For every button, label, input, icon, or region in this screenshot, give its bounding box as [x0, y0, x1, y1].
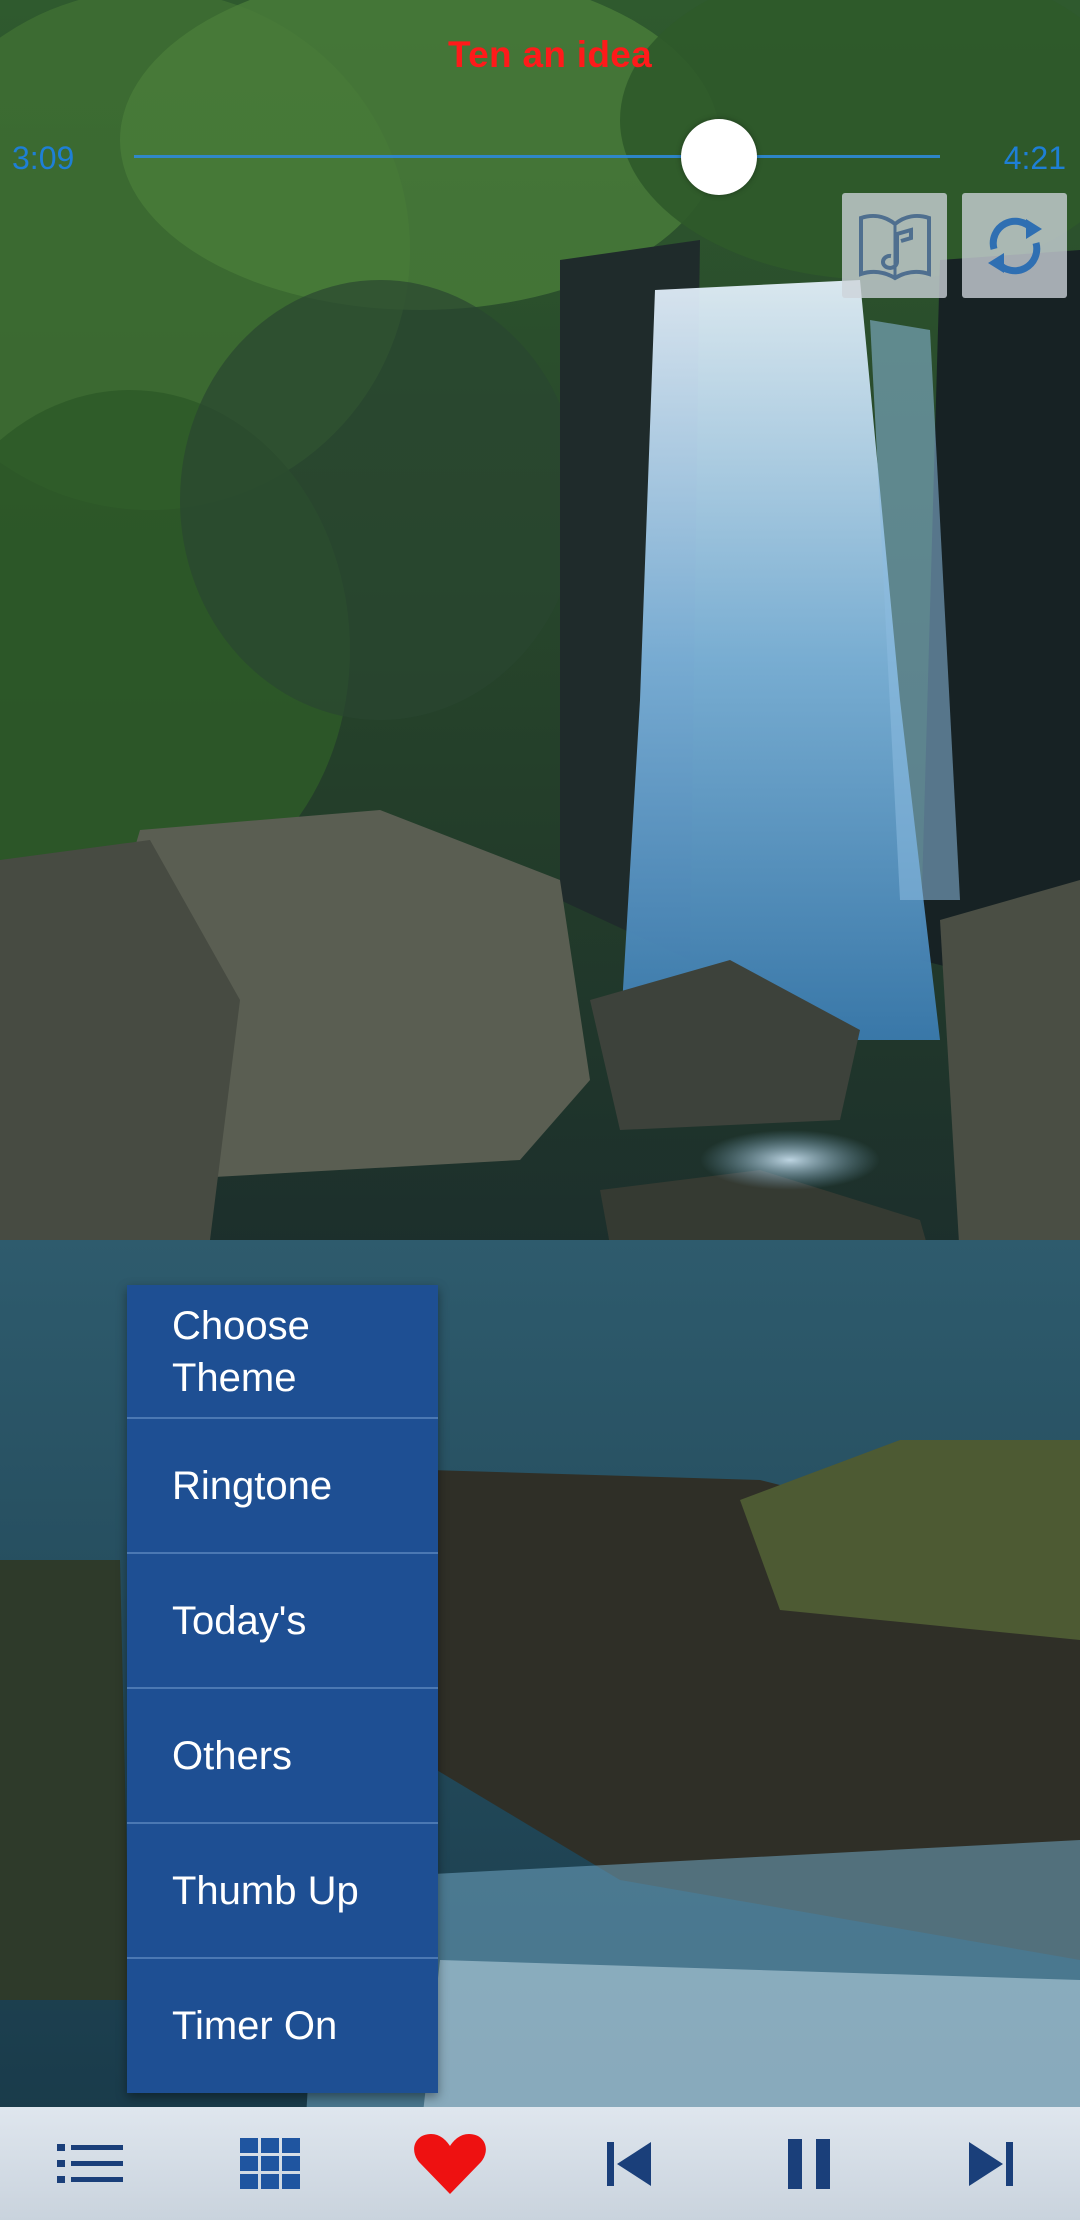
grid-button[interactable]	[210, 2114, 330, 2214]
next-button[interactable]	[930, 2114, 1050, 2214]
lyrics-book-icon	[858, 213, 931, 280]
menu-item-label: Thumb Up	[172, 1868, 359, 1913]
bottom-control-bar	[0, 2107, 1080, 2220]
elapsed-time: 3:09	[12, 140, 75, 176]
previous-icon	[607, 2141, 651, 2186]
menu-item-timer-on[interactable]: Timer On	[127, 1959, 438, 2093]
menu-item-label: Timer On	[172, 2004, 338, 2048]
menu-item-label: Today's	[172, 1598, 307, 1643]
list-icon	[57, 2143, 123, 2183]
menu-item-todays[interactable]: Today's	[127, 1554, 438, 1689]
previous-button[interactable]	[570, 2114, 690, 2214]
lyrics-button[interactable]	[842, 193, 947, 298]
total-time: 4:21	[1003, 140, 1066, 176]
menu-item-ringtone[interactable]: Ringtone	[127, 1419, 438, 1554]
favorite-button[interactable]	[390, 2114, 510, 2214]
heart-icon	[414, 2133, 486, 2194]
menu-item-others[interactable]: Others	[127, 1689, 438, 1824]
repeat-icon	[987, 217, 1042, 274]
seek-bar-thumb[interactable]	[681, 119, 757, 195]
pause-button[interactable]	[750, 2114, 870, 2214]
repeat-button[interactable]	[962, 193, 1067, 298]
next-icon	[969, 2141, 1013, 2186]
grid-icon	[240, 2137, 300, 2189]
seek-bar-track[interactable]	[134, 155, 940, 158]
pause-icon	[788, 2138, 830, 2189]
menu-item-choose-theme[interactable]: Choose Theme	[127, 1285, 438, 1419]
options-menu: Choose Theme Ringtone Today's Others Thu…	[127, 1285, 438, 2093]
song-title: Ten an idea	[447, 34, 653, 75]
menu-item-label: Others	[172, 1733, 293, 1778]
playlist-button[interactable]	[30, 2114, 150, 2214]
menu-item-thumb-up[interactable]: Thumb Up	[127, 1824, 438, 1959]
menu-item-label: Ringtone	[172, 1463, 333, 1508]
menu-item-label: Choose Theme	[172, 1304, 310, 1400]
